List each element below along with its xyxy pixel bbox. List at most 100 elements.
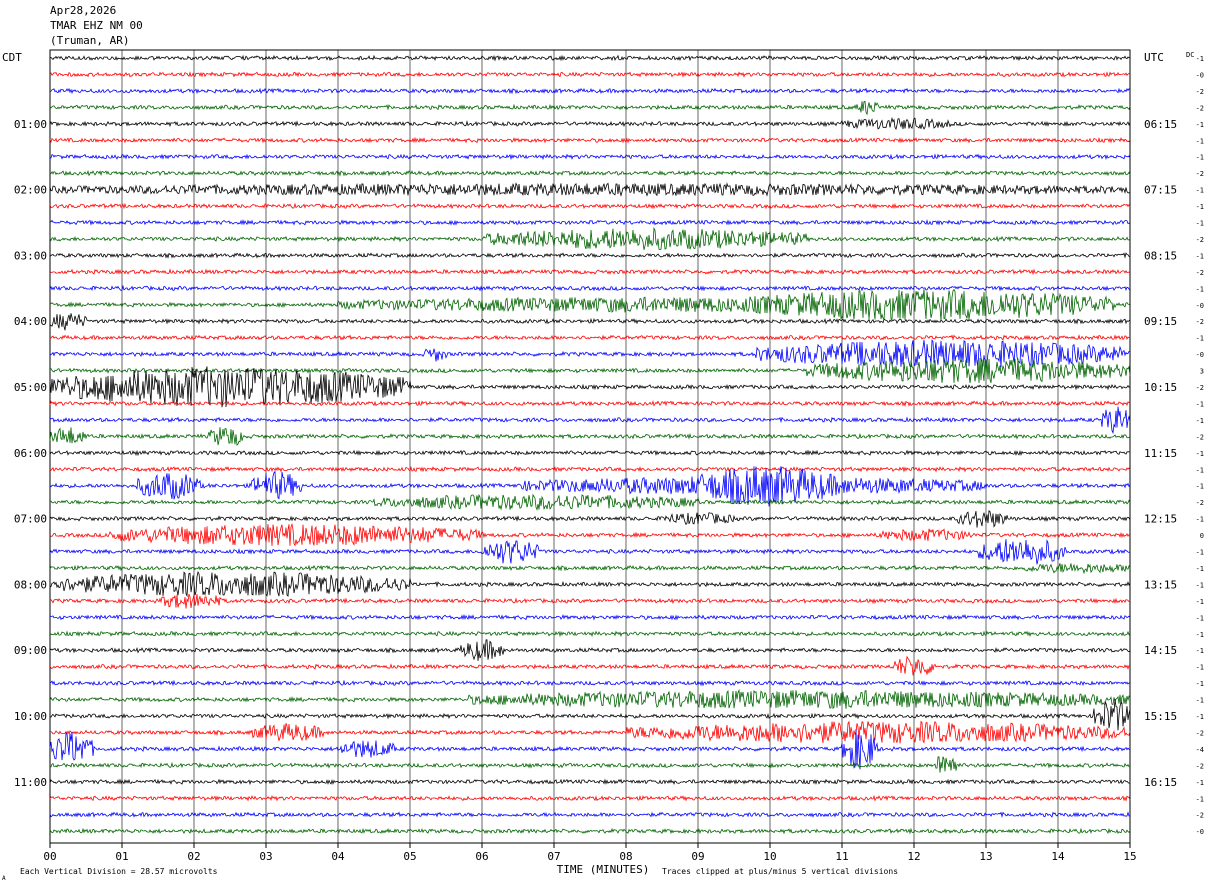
utc-hour-label: 15:15 <box>1144 710 1177 723</box>
utc-hour-label: 16:15 <box>1144 776 1177 789</box>
seismic-trace-12 <box>49 252 1130 259</box>
seismic-trace-16 <box>49 313 1131 331</box>
dc-offset-value: -2 <box>1196 762 1204 770</box>
seismic-trace-6 <box>49 153 1131 161</box>
seismic-trace-15 <box>49 288 1131 321</box>
utc-hour-label: 07:15 <box>1144 184 1177 197</box>
x-tick-label: 07 <box>547 850 560 863</box>
seismic-trace-11 <box>49 226 1131 251</box>
dc-offset-value: -1 <box>1196 483 1204 491</box>
dc-offset-value: -1 <box>1196 450 1204 458</box>
dc-offset-value: -1 <box>1196 631 1204 639</box>
seismic-trace-17 <box>49 334 1131 341</box>
utc-hour-label: 10:15 <box>1144 381 1177 394</box>
seismic-trace-4 <box>49 116 1131 130</box>
dc-offset-value: -0 <box>1196 828 1204 836</box>
dc-offset-value: -2 <box>1196 729 1204 737</box>
cdt-hour-label: 01:00 <box>14 118 47 131</box>
dc-offset-value: -2 <box>1196 499 1204 507</box>
utc-label: UTC <box>1144 51 1164 64</box>
dc-offset-value: -2 <box>1196 104 1204 112</box>
dc-offset-value: -2 <box>1196 269 1204 277</box>
cdt-hour-label: 08:00 <box>14 578 47 591</box>
seismic-trace-45 <box>49 794 1131 802</box>
dc-offset-value: -1 <box>1196 417 1204 425</box>
x-tick-label: 15 <box>1123 850 1136 863</box>
dc-label: DC <box>1186 51 1194 59</box>
utc-hour-label: 09:15 <box>1144 315 1177 328</box>
seismic-trace-34 <box>49 613 1131 621</box>
dc-offset-value: -1 <box>1196 121 1204 129</box>
seismic-trace-47 <box>49 827 1131 835</box>
utc-hour-label: 08:15 <box>1144 249 1177 262</box>
seismic-trace-9 <box>49 202 1131 210</box>
seismic-trace-27 <box>49 493 1131 511</box>
seismic-trace-44 <box>49 778 1131 786</box>
seismic-trace-29 <box>49 522 1131 547</box>
dc-offset-value: 0 <box>1200 532 1204 540</box>
dc-offset-value: -2 <box>1196 88 1204 96</box>
dc-offset-value: 3 <box>1200 368 1204 376</box>
corner-mark: A <box>2 875 6 882</box>
cdt-hour-label: 02:00 <box>14 184 47 197</box>
dc-offset-value: -1 <box>1196 549 1204 557</box>
dc-offset-value: -1 <box>1196 154 1204 162</box>
dc-offset-value: -0 <box>1196 351 1204 359</box>
dc-offset-value: -1 <box>1196 581 1204 589</box>
x-tick-label: 11 <box>835 850 848 863</box>
seismic-trace-2 <box>49 87 1131 95</box>
x-tick-label: 00 <box>43 850 56 863</box>
dc-offset-value: -2 <box>1196 170 1204 178</box>
seismic-trace-30 <box>49 539 1131 565</box>
seismic-trace-5 <box>49 136 1131 144</box>
dc-offset-value: -4 <box>1196 746 1204 754</box>
x-tick-label: 09 <box>691 850 704 863</box>
seismic-trace-33 <box>49 593 1131 609</box>
dc-offset-value: -1 <box>1196 680 1204 688</box>
seismic-trace-31 <box>49 563 1131 575</box>
dc-offset-value: -1 <box>1196 252 1204 260</box>
cdt-hour-label: 05:00 <box>14 381 47 394</box>
x-tick-label: 02 <box>187 850 200 863</box>
seismic-trace-21 <box>49 400 1131 408</box>
dc-offset-value: -1 <box>1196 137 1204 145</box>
cdt-hour-label: 06:00 <box>14 447 47 460</box>
x-tick-label: 05 <box>403 850 416 863</box>
utc-hour-label: 14:15 <box>1144 644 1177 657</box>
plot-frame <box>49 49 1131 844</box>
dc-offset-value: -1 <box>1196 565 1204 573</box>
dc-offset-value: -1 <box>1196 664 1204 672</box>
dc-offset-value: -0 <box>1196 71 1204 79</box>
seismic-trace-10 <box>49 219 1131 226</box>
seismic-trace-14 <box>49 284 1131 292</box>
cdt-hour-label: 11:00 <box>14 776 47 789</box>
clipping-note: Traces clipped at plus/minus 5 vertical … <box>662 867 898 876</box>
x-tick-label: 03 <box>259 850 272 863</box>
seismic-trace-25 <box>49 465 1131 473</box>
dc-offset-value: -1 <box>1196 647 1204 655</box>
dc-offset-value: -1 <box>1196 697 1204 705</box>
x-tick-label: 01 <box>115 850 128 863</box>
seismic-trace-1 <box>49 71 1131 78</box>
seismic-trace-20 <box>49 366 1131 408</box>
seismic-trace-24 <box>49 449 1131 457</box>
x-tick-label: 13 <box>979 850 992 863</box>
cdt-label: CDT <box>2 51 22 64</box>
seismic-trace-38 <box>49 679 1131 687</box>
seismogram-plot: 01:00 02:00 03:00 04:00 05:00 06:00 07:00 08:00… <box>2 49 1204 882</box>
dc-offset-value: -1 <box>1196 466 1204 474</box>
x-tick-label: 10 <box>763 850 776 863</box>
dc-offset-value: -1 <box>1196 598 1204 606</box>
seismic-trace-32 <box>49 571 1131 598</box>
dc-offset-value: -1 <box>1196 795 1204 803</box>
seismic-trace-37 <box>49 655 1131 676</box>
x-tick-label: 14 <box>1051 850 1065 863</box>
seismic-trace-0 <box>49 54 1131 62</box>
seismic-trace-18 <box>49 339 1131 368</box>
dc-offset-value: -1 <box>1196 335 1204 343</box>
dc-offset-value: -1 <box>1196 285 1204 293</box>
seismic-trace-8 <box>49 182 1131 197</box>
seismic-trace-41 <box>49 720 1131 744</box>
cdt-hour-label: 03:00 <box>14 249 47 262</box>
seismic-trace-46 <box>49 811 1131 818</box>
